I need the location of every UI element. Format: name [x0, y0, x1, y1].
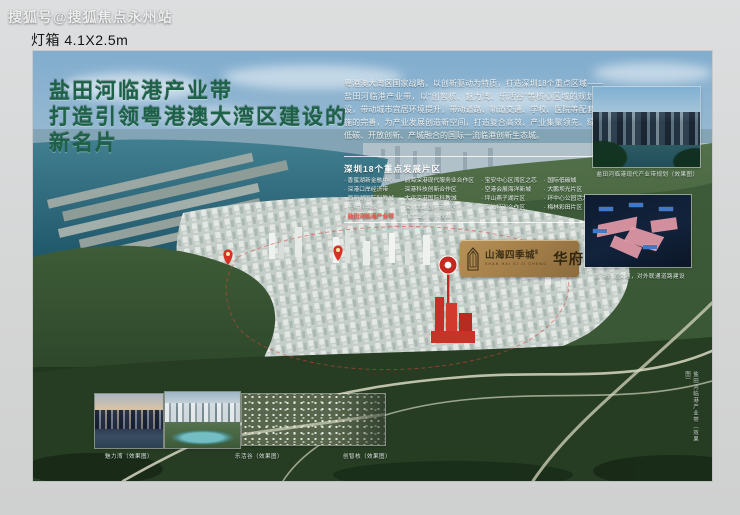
palm-trees: [668, 145, 700, 167]
district-column-2: 前海深港现代服务业合作区 深港科技创新合作区 大运深港国际科教城 深圳北站国际商…: [401, 177, 474, 222]
district-item: 深汕特别合作区: [481, 204, 537, 213]
tower-emblem-icon: [466, 247, 480, 271]
title-line-3: 新名片: [49, 131, 348, 157]
inset-caption: 创智核（效果图）: [343, 452, 391, 460]
district-column-3: 宝安中心区湾区之芯 空港会展海洋新城 坪山燕子湖片区 深汕特别合作区: [481, 177, 537, 222]
inset-transit-map: [585, 195, 691, 267]
valley-buildings: [165, 403, 240, 422]
district-item: 宝安中心区湾区之芯: [481, 177, 537, 186]
core-shade: [336, 394, 385, 445]
district-item: 空港会展海洋新城: [481, 186, 537, 195]
brand-text: 山海四季城Ⅱ SHAN HAI SI JI CHENG: [485, 250, 547, 266]
map-label: [593, 229, 607, 233]
inset-caption: 加强轨道交通，对外联通道路建设: [585, 272, 695, 280]
page: 搜狐号@搜狐焦点永州站 灯箱 4.1X2.5m: [0, 0, 740, 515]
valley-river: [171, 430, 234, 445]
inset-caption: 盐田河临港现代产业带规划（效果图）: [585, 170, 710, 178]
map-zone: [650, 217, 677, 233]
map-label: [599, 207, 613, 211]
title-line-1: 盐田河临港产业带: [49, 79, 348, 105]
brand-name: 山海四季城: [485, 251, 535, 262]
lightbox-size-label: 灯箱 4.1X2.5m: [31, 30, 128, 50]
bay-buildings: [95, 410, 163, 428]
district-item: 大运深港国际科教城: [401, 195, 474, 204]
district-item: 国际低碳城: [544, 177, 594, 186]
district-item: 西丽湖国际科教城: [344, 195, 394, 204]
district-list: 香蜜湖新金融中心 深港口岸经济带 西丽湖国际科教城 光明科学城 盐田河临港产业带…: [344, 177, 614, 222]
side-vertical-caption: 盐田河临港产业带（效果图）: [683, 371, 699, 445]
district-item: 光明科学城: [344, 204, 394, 213]
palm-trees: [593, 137, 633, 167]
title-line-2: 打造引领粤港澳大湾区建设的: [49, 105, 348, 131]
district-item: 前海深港现代服务业合作区: [401, 177, 474, 186]
project-logo-badge: 山海四季城Ⅱ SHAN HAI SI JI CHENG 华府: [460, 240, 579, 277]
poster-title: 盐田河临港产业带 打造引领粤港澳大湾区建设的 新名片: [49, 79, 348, 157]
district-column-1: 香蜜湖新金融中心 深港口岸经济带 西丽湖国际科教城 光明科学城 盐田河临港产业带: [344, 177, 394, 222]
district-item-highlighted: 盐田河临港产业带: [344, 213, 394, 222]
inset-caption: 乐活谷（效果图）: [235, 452, 283, 460]
map-label: [643, 245, 657, 249]
map-label: [629, 203, 643, 207]
district-list-heading: 深圳18个重点发展片区: [344, 163, 441, 175]
intro-paragraph: 粤港澳大湾区国家战略，以创新驱动为特质，打造深圳18个重点区域——盐田河临港产业…: [344, 77, 603, 142]
project-name: 华府: [553, 248, 584, 269]
district-item: 九龙山智能科技城: [401, 213, 474, 222]
inset-skyline-photo: [593, 87, 700, 167]
inset-bay-photo: [95, 394, 163, 448]
inset-valley-photo: [165, 392, 240, 448]
district-item: 坪山燕子湖片区: [481, 195, 537, 204]
district-item: 香蜜湖新金融中心: [344, 177, 394, 186]
brand-phase: Ⅱ: [535, 250, 538, 256]
map-label: [659, 207, 673, 211]
district-item: 深港口岸经济带: [344, 186, 394, 195]
sohu-watermark: 搜狐号@搜狐焦点永州站: [8, 7, 173, 27]
inset-core-photo: [242, 394, 385, 445]
divider-line: [344, 222, 610, 223]
brand-subtext: SHAN HAI SI JI CHENG: [485, 263, 547, 267]
lightbox-poster: 盐田河临港产业带 打造引领粤港澳大湾区建设的 新名片 粤港澳大湾区国家战略，以创…: [33, 51, 712, 481]
district-item: 深圳北站国际商务区: [401, 204, 474, 213]
inset-caption: 魅力湾（效果图）: [105, 452, 153, 460]
district-item: 深港科技创新合作区: [401, 186, 474, 195]
district-item: 大鹏坝光片区: [544, 186, 594, 195]
divider-line: [344, 156, 604, 157]
